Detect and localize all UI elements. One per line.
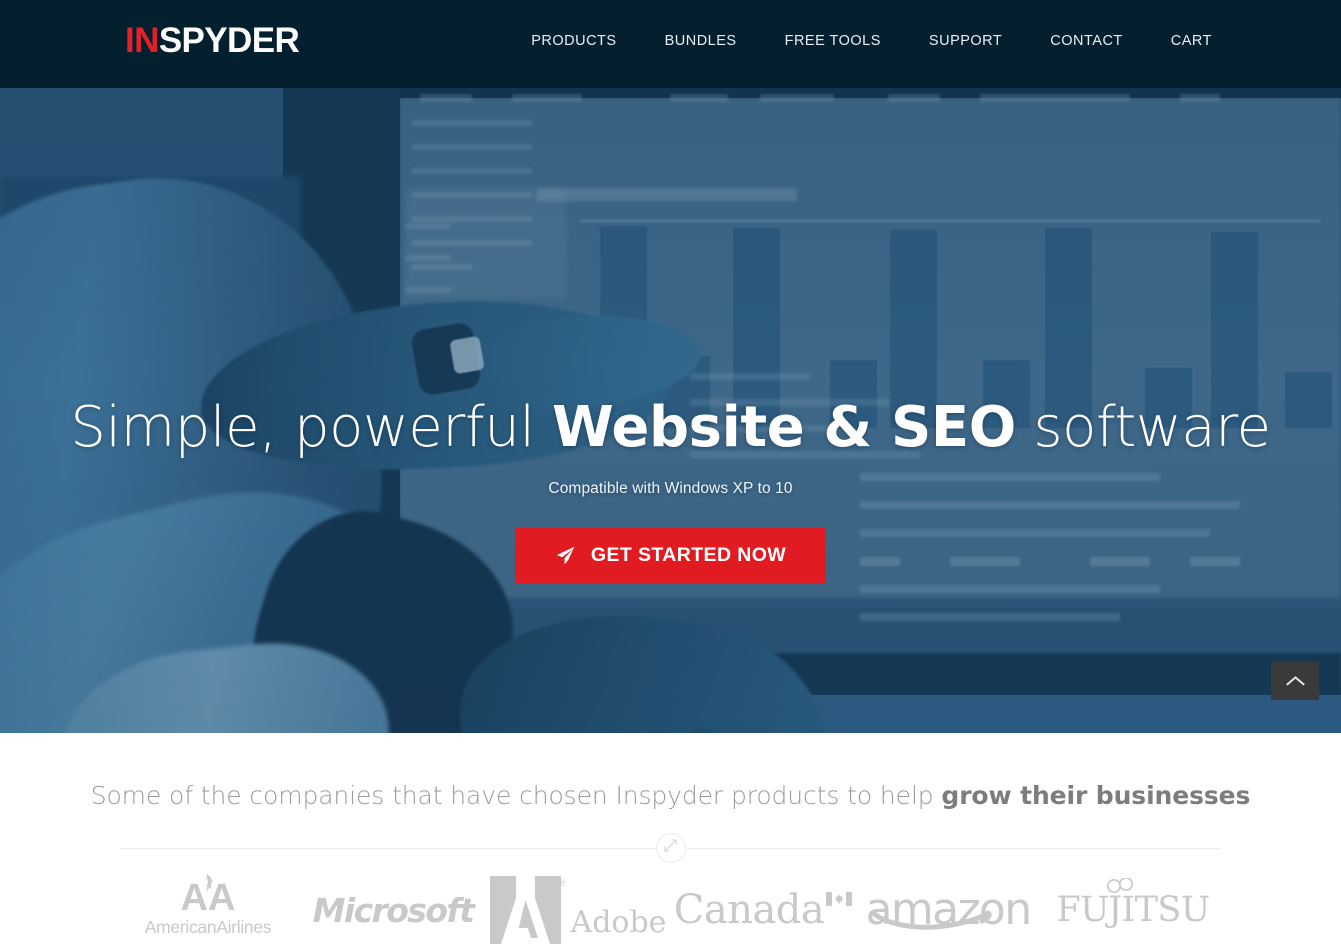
client-logo-canada: Canada (671, 890, 856, 930)
paper-plane-icon (555, 545, 576, 566)
clients-heading-bold: grow their businesses (941, 781, 1251, 810)
logo-text-in: IN (125, 21, 159, 60)
infinity-icon (1105, 876, 1135, 899)
get-started-button-label: GET STARTED NOW (590, 544, 787, 567)
client-logos-row: A A AmericanAirlines Microsoft ® Adobe C… (116, 873, 1226, 945)
logo-text-spyder: SPYDER (158, 21, 300, 60)
clients-heading: Some of the companies that have chosen I… (0, 733, 1341, 810)
site-header: INSPYDER PRODUCTS BUNDLES FREE TOOLS SUP… (0, 0, 1341, 88)
hero-subtitle: Compatible with Windows XP to 10 (548, 480, 793, 498)
section-divider (120, 833, 1221, 863)
nav-item-free-tools[interactable]: FREE TOOLS (761, 33, 905, 49)
main-navigation: PRODUCTS BUNDLES FREE TOOLS SUPPORT CONT… (507, 33, 1236, 49)
nav-item-contact[interactable]: CONTACT (1026, 33, 1147, 49)
clients-section: Some of the companies that have chosen I… (0, 733, 1341, 950)
hero-headline-strong: Website & SEO (552, 395, 1016, 460)
client-logo-american-airlines: A A AmericanAirlines (116, 873, 301, 937)
hero-content: Simple, powerful Website & SEO software … (0, 395, 1341, 584)
expand-arrows-icon (664, 839, 677, 857)
client-logo-microsoft: Microsoft (301, 891, 486, 930)
adobe-a-icon: ® (489, 876, 566, 944)
clients-heading-normal: Some of the companies that have chosen I… (90, 781, 942, 810)
hero-headline-post: software (1015, 395, 1271, 460)
client-logo-fujitsu: FUJITSU (1041, 876, 1226, 928)
nav-item-cart[interactable]: CART (1147, 33, 1236, 49)
client-logo-amazon: amazon (856, 888, 1041, 932)
eagle-icon (198, 873, 218, 904)
amazon-smile-icon (870, 909, 998, 940)
adobe-registered-mark: ® (558, 878, 566, 888)
adobe-wordmark: Adobe (570, 905, 667, 940)
nav-item-bundles[interactable]: BUNDLES (641, 33, 761, 49)
canadian-flag-icon (826, 892, 853, 911)
aa-wordmark: AmericanAirlines (144, 916, 272, 937)
get-started-button[interactable]: GET STARTED NOW (514, 528, 827, 584)
client-logo-adobe: ® Adobe (486, 876, 671, 944)
hero-headline-pre: Simple, powerful (70, 395, 553, 460)
hero-headline: Simple, powerful Website & SEO software (0, 395, 1341, 460)
site-logo[interactable]: INSPYDER (125, 21, 300, 60)
nav-item-products[interactable]: PRODUCTS (507, 33, 640, 49)
nav-item-support[interactable]: SUPPORT (905, 33, 1026, 49)
canada-wordmark: Canada (673, 887, 825, 933)
hero-section: Simple, powerful Website & SEO software … (0, 88, 1341, 733)
chevron-up-icon (1285, 675, 1305, 687)
scroll-to-top-button[interactable] (1271, 662, 1319, 700)
divider-knob[interactable] (655, 833, 686, 863)
microsoft-wordmark: Microsoft (312, 890, 475, 930)
